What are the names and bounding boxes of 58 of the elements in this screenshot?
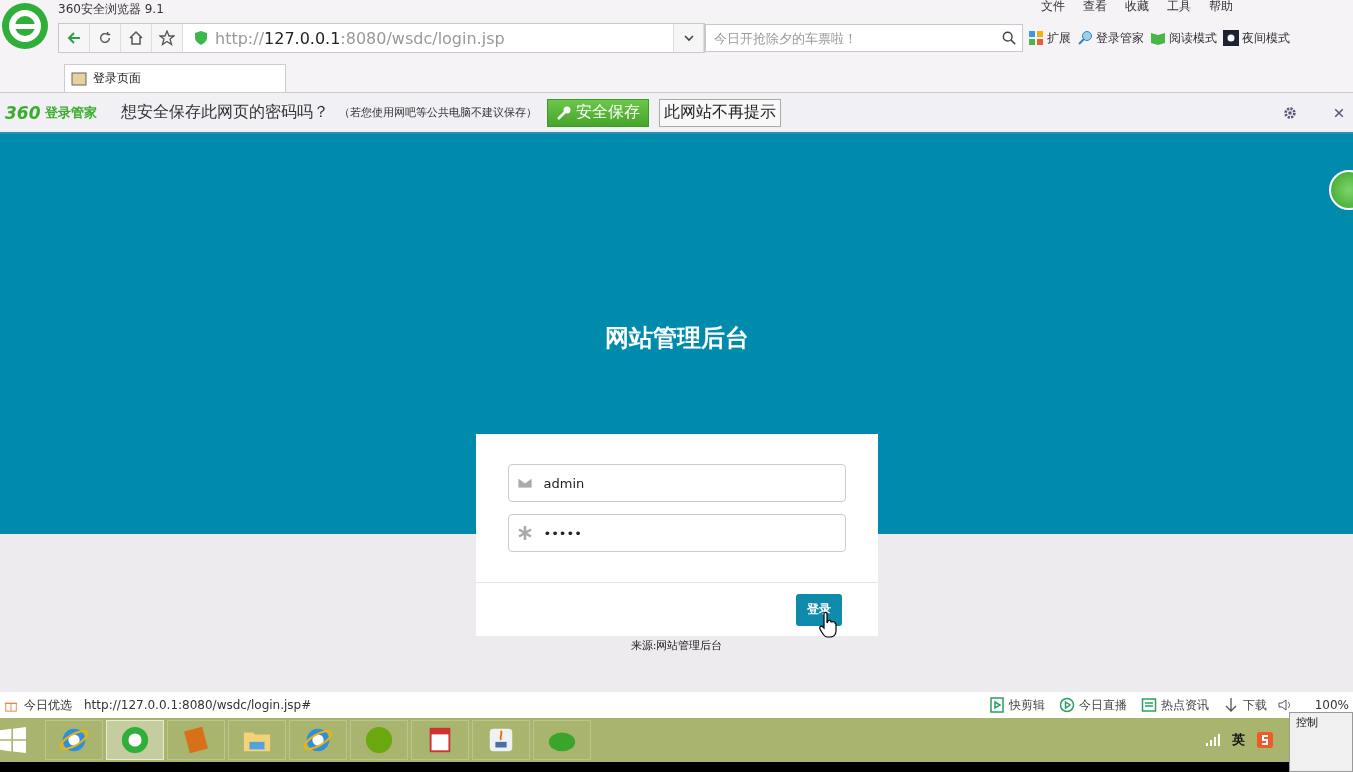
taskbar-app[interactable] (472, 720, 530, 760)
status-item[interactable]: 下载 (1218, 696, 1271, 714)
status-url: http://127.0.0.1:8080/wsdc/login.jsp# (84, 698, 312, 712)
play-icon (1058, 697, 1075, 713)
page-icon (71, 70, 87, 87)
status-label[interactable]: 今日优选 (24, 696, 72, 714)
back-icon (66, 30, 82, 46)
save-password-question: 想安全保存此网页的密码吗？ (120, 102, 329, 123)
brand-name: 登录管家 (44, 103, 97, 122)
browser-icon (120, 725, 150, 755)
sogou-icon (1257, 732, 1273, 748)
menu-item[interactable]: 文件 (1041, 0, 1065, 15)
favorite-button[interactable] (152, 24, 183, 52)
toolbar-item[interactable]: 登录管家 (1076, 29, 1145, 47)
taskbar-app[interactable] (45, 720, 103, 760)
menu-item[interactable]: 查看 (1083, 0, 1107, 15)
never-button[interactable]: 此网站不再提示 (658, 98, 781, 127)
toolbar-item[interactable]: 夜间模式 (1222, 29, 1291, 47)
asterisk-icon (516, 525, 533, 541)
window-title: 360安全浏览器 9.1 (58, 1, 164, 18)
news-icon (1140, 697, 1157, 713)
toolbar-item[interactable]: 阅读模式 (1149, 29, 1218, 47)
username-field[interactable]: admin (507, 464, 846, 502)
close-icon (1333, 106, 1345, 119)
shield-icon (193, 30, 209, 46)
back-button[interactable] (59, 24, 90, 52)
brand-logo: 360 (5, 102, 41, 123)
status-item[interactable]: 今日直播 (1054, 696, 1131, 714)
taskbar-app[interactable] (411, 720, 469, 760)
status-item[interactable]: 热点资讯 (1136, 696, 1213, 714)
settings-icon (1283, 105, 1297, 120)
page-title: 网站管理后台 (604, 323, 749, 354)
zoom-level[interactable]: 100% (1314, 698, 1349, 712)
network-icon (1204, 732, 1220, 748)
speaker-icon (1276, 697, 1293, 713)
home-icon (128, 30, 144, 46)
star-icon (159, 30, 175, 46)
chevron-down-icon (682, 32, 695, 44)
toolbar-item[interactable]: 扩展 (1027, 29, 1072, 47)
refresh-button[interactable] (90, 24, 121, 52)
home-button[interactable] (121, 24, 152, 52)
menu-item[interactable]: 帮助 (1209, 0, 1233, 15)
status-item[interactable]: 快剪辑 (984, 696, 1049, 714)
menu-item[interactable]: 工具 (1167, 0, 1191, 15)
ime-indicator[interactable]: 英 (1232, 731, 1245, 749)
password-field[interactable]: ••••• (507, 514, 846, 552)
refresh-icon (98, 31, 112, 45)
save-password-note: （若您使用网吧等公共电脑不建议保存） (338, 105, 537, 120)
browser-tab[interactable]: 登录页面 (64, 64, 286, 92)
taskbar-app[interactable] (289, 720, 347, 760)
play-icon (988, 697, 1005, 713)
menu-item[interactable]: 收藏 (1125, 0, 1149, 15)
dropdown-button[interactable] (673, 24, 704, 52)
windows-icon (0, 727, 26, 753)
mail-icon (516, 475, 533, 491)
source-text: 来源:网站管理后台 (630, 638, 723, 653)
popup-title: 控制 (1295, 715, 1319, 731)
apps-icon (1028, 30, 1044, 46)
